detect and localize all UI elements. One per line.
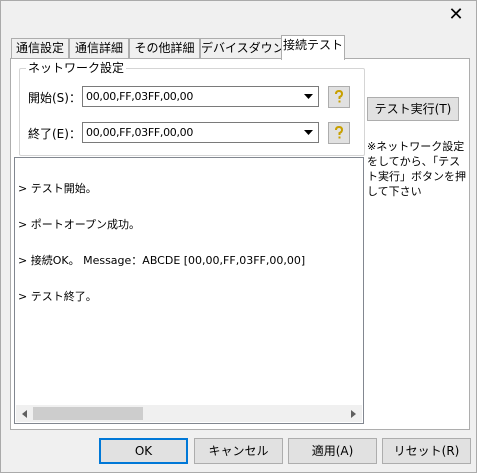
instruction-note: ※ネットワーク設定をしてから、「テスト実行」ボタンを押して下さい [367, 140, 466, 198]
log-line: > テスト終了。 [18, 290, 97, 303]
chevron-down-icon[interactable] [300, 88, 317, 105]
start-label: 開始(S)： [28, 91, 81, 105]
network-settings-title: ネットワーク設定 [26, 61, 127, 75]
end-label: 終了(E)： [28, 127, 81, 141]
tab-panel: ネットワーク設定 開始(S)： 00,00,FF,03FF,00,00 終了(E… [10, 58, 470, 430]
scroll-left-icon[interactable] [16, 405, 33, 422]
chevron-down-icon[interactable] [300, 124, 317, 141]
cancel-button[interactable]: キャンセル [194, 438, 283, 464]
ok-button[interactable]: OK [99, 438, 188, 464]
scroll-right-icon[interactable] [345, 405, 362, 422]
start-address-value: 00,00,FF,03FF,00,00 [86, 90, 194, 103]
test-execute-button[interactable]: テスト実行(T) [367, 97, 459, 121]
end-help-button[interactable] [328, 122, 350, 144]
tab-comm-settings[interactable]: 通信設定 [11, 38, 69, 59]
question-icon [335, 90, 344, 103]
apply-button[interactable]: 適用(A) [288, 438, 377, 464]
question-icon [335, 126, 344, 139]
start-address-combo[interactable]: 00,00,FF,03FF,00,00 [82, 86, 319, 107]
log-line: > テスト開始。 [18, 182, 97, 195]
network-settings-group: ネットワーク設定 開始(S)： 00,00,FF,03FF,00,00 終了(E… [19, 61, 365, 156]
tab-comm-details[interactable]: 通信詳細 [69, 38, 129, 59]
log-line: > ポートオープン成功。 [18, 218, 141, 231]
end-address-combo[interactable]: 00,00,FF,03FF,00,00 [82, 122, 319, 143]
tab-connection-test[interactable]: 接続テスト [281, 35, 345, 60]
scrollbar-thumb[interactable] [33, 407, 143, 420]
start-help-button[interactable] [328, 86, 350, 108]
log-line: > 接続OK。 Message：ABCDE [00,00,FF,03FF,00,… [18, 254, 306, 267]
dialog-window: ✕ 通信設定 通信詳細 その他詳細 デバイスダウン 接続テスト ネットワーク設定… [0, 0, 477, 473]
log-output[interactable]: > テスト開始。 > ポートオープン成功。 > 接続OK。 Message：AB… [14, 157, 364, 424]
end-address-value: 00,00,FF,03FF,00,00 [86, 126, 194, 139]
horizontal-scrollbar[interactable] [16, 405, 362, 422]
tab-other-details[interactable]: その他詳細 [129, 38, 200, 59]
reset-button[interactable]: リセット(R) [382, 438, 471, 464]
close-icon[interactable]: ✕ [446, 5, 466, 25]
tab-device-down[interactable]: デバイスダウン [200, 38, 285, 59]
